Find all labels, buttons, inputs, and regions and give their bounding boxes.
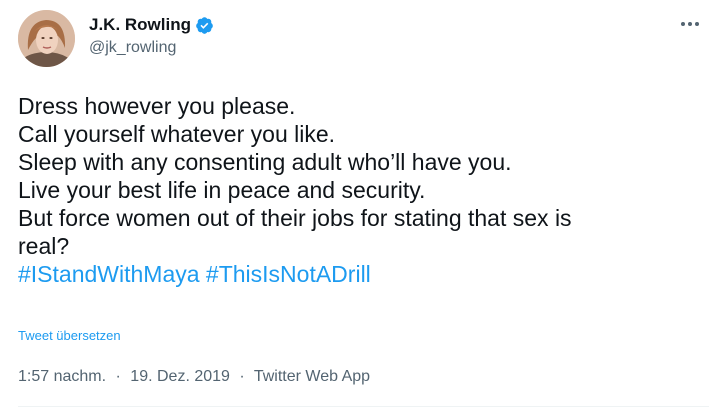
verified-badge-icon	[195, 16, 214, 35]
tweet-source: Twitter Web App	[253, 368, 371, 385]
tweet-line: But force women out of their jobs for st…	[18, 205, 572, 231]
hashtag-line: #IStandWithMaya #ThisIsNotADrill	[18, 260, 708, 288]
meta-separator: ·	[115, 368, 121, 385]
tweet-line: real?	[18, 233, 70, 259]
meta-separator: ·	[239, 368, 245, 385]
tweet-line: Call yourself whatever you like.	[18, 121, 336, 147]
tweet-line: Sleep with any consenting adult who’ll h…	[18, 149, 512, 175]
hashtag-link[interactable]: #ThisIsNotADrill	[206, 261, 371, 287]
tweet-line: Live your best life in peace and securit…	[18, 177, 426, 203]
author-handle[interactable]: @jk_rowling	[89, 39, 176, 57]
tweet-metadata: 1:57 nachm. · 19. Dez. 2019 · Twitter We…	[18, 368, 370, 386]
divider	[18, 406, 709, 407]
tweet: J.K. Rowling @jk_rowling Dress however y…	[0, 0, 727, 410]
tweet-time[interactable]: 1:57 nachm.	[18, 368, 106, 385]
more-horizontal-icon[interactable]	[675, 14, 705, 34]
tweet-line: Dress however you please.	[18, 93, 296, 119]
avatar[interactable]	[18, 10, 75, 67]
translate-tweet-link[interactable]: Tweet übersetzen	[18, 328, 121, 343]
avatar-image	[18, 10, 75, 67]
hashtag-link[interactable]: #IStandWithMaya	[18, 261, 200, 287]
tweet-text: Dress however you please. Call yourself …	[18, 92, 708, 288]
tweet-date[interactable]: 19. Dez. 2019	[130, 368, 230, 385]
display-name[interactable]: J.K. Rowling	[89, 15, 191, 35]
author-name-row[interactable]: J.K. Rowling	[89, 14, 214, 36]
